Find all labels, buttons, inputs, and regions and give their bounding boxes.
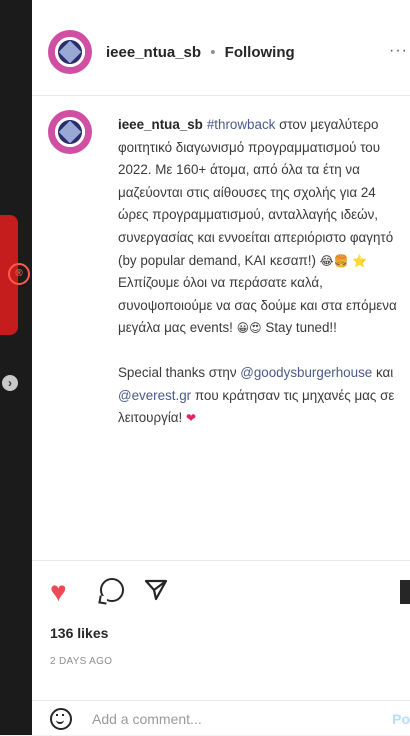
divider [32,95,410,96]
caption-username[interactable]: ieee_ntua_sb [118,117,203,132]
caption-body-4: Special thanks στην [118,364,237,380]
comment-icon[interactable] [100,578,124,602]
mention-everest[interactable]: @everest.gr [118,388,191,403]
avatar[interactable] [48,30,92,74]
caption-paragraph-1: ieee_ntua_sb #throwback στον μεγαλύτερο φ… [118,114,408,272]
post-timestamp: 2 DAYS AGO [50,656,113,667]
caption-paragraph-2: Ελπίζουμε όλοι να περάσατε καλά, συνοψοπ… [118,272,408,340]
following-button[interactable]: Following [225,44,295,61]
caption-section: ieee_ntua_sb #throwback στον μεγαλύτερο φ… [32,106,410,556]
divider [32,560,410,561]
emoji-heart: ❤ [186,411,197,426]
photo-background-edge [0,0,32,735]
action-bar: ♥ [32,570,410,610]
post-comment-button[interactable]: Po [392,711,410,727]
caption-body-1: στον μεγαλύτερο φοιτητικό διαγωνισμό προ… [118,117,394,268]
photo-logo-badge: ® [8,263,30,285]
send-icon[interactable] [144,578,168,602]
more-options-icon[interactable]: ··· [389,42,408,60]
carousel-next-icon[interactable]: › [2,375,18,391]
header-username[interactable]: ieee_ntua_sb [106,44,201,61]
likes-count[interactable]: 136 likes [50,625,108,641]
hashtag-link[interactable]: #throwback [207,117,275,132]
emoji-star: ⭐ [352,253,368,268]
mention-goodys[interactable]: @goodysburgerhouse [240,365,372,380]
comment-bar: Po [32,700,410,736]
bookmark-icon[interactable] [400,580,410,604]
heart-filled-icon[interactable]: ♥ [50,578,67,606]
post-panel: ieee_ntua_sb • Following ··· ieee_ntua_s… [32,0,410,735]
caption-text: ieee_ntua_sb #throwback στον μεγαλύτερο φ… [118,114,408,430]
header-text: ieee_ntua_sb • Following [106,44,295,61]
caption-body-5: και [372,364,394,380]
header-separator: • [210,43,216,61]
caption-body-3: Stay tuned!! [265,320,337,336]
caption-avatar[interactable] [48,110,92,154]
comment-input[interactable] [90,709,354,728]
emoji-picker-icon[interactable] [50,707,72,730]
post-header: ieee_ntua_sb • Following ··· [32,22,410,82]
emoji-laugh-burger: 😂🍔 [319,253,349,268]
emoji-faces: 😀😍 [236,321,262,336]
caption-paragraph-3: Special thanks στην @goodysburgerhouse κ… [118,362,408,430]
